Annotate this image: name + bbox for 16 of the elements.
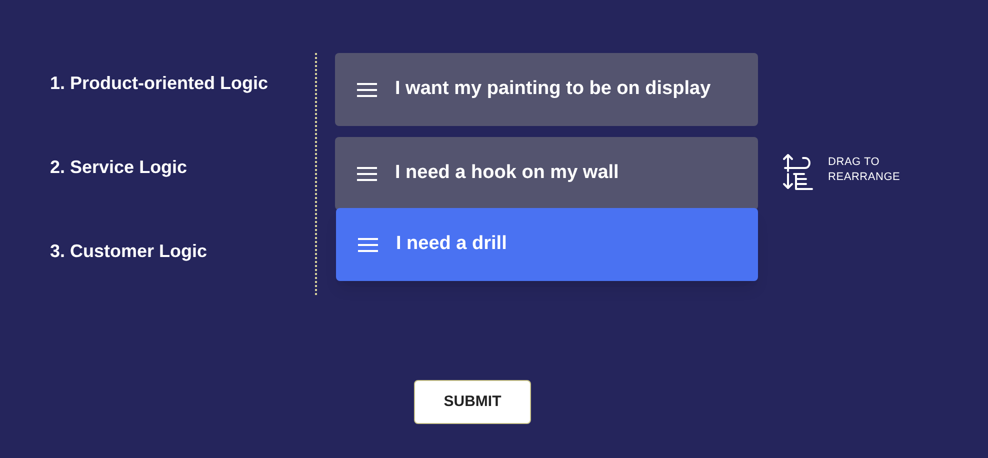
draggable-card[interactable]: I need a hook on my wall <box>335 137 758 210</box>
logic-label: 3. Customer Logic <box>50 240 208 263</box>
menu-icon <box>357 82 377 96</box>
card-label: I want my painting to be on display <box>395 77 711 102</box>
drag-hint-text: REARRANGE <box>828 170 900 185</box>
drag-hint-icon <box>782 152 816 192</box>
card-label: I need a drill <box>396 232 507 256</box>
draggable-card[interactable]: I need a drill <box>336 208 758 281</box>
logic-label: 2. Service Logic <box>50 156 188 179</box>
menu-icon <box>357 166 377 180</box>
card-label: I need a hook on my wall <box>395 161 619 186</box>
submit-button[interactable]: SUBMIT <box>414 380 531 424</box>
menu-icon <box>358 238 378 252</box>
draggable-card[interactable]: I want my painting to be on display <box>335 53 758 126</box>
logic-label: 1. Product-oriented Logic <box>50 72 270 95</box>
drag-hint-text: DRAG TO <box>828 155 881 170</box>
